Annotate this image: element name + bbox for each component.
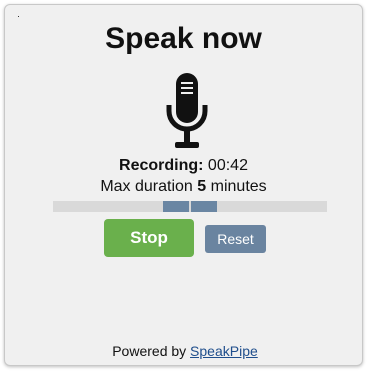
corner-dot xyxy=(18,16,19,17)
recording-label: Recording: xyxy=(119,157,204,174)
max-duration-text: Max duration 5 minutes xyxy=(5,177,362,197)
reset-button[interactable]: Reset xyxy=(205,225,266,253)
footer: Powered by SpeakPipe xyxy=(0,342,370,360)
widget-title: Speak now xyxy=(105,22,262,55)
recording-time: 00:42 xyxy=(207,157,248,174)
level-segment-1 xyxy=(163,201,189,212)
audio-level-meter xyxy=(53,201,327,212)
recorder-widget: Speak now Recording: 00:42 Max duration … xyxy=(4,4,363,366)
footer-prefix: Powered by xyxy=(112,343,187,359)
recording-status: Recording: 00:42 xyxy=(5,156,362,176)
microphone-icon xyxy=(166,73,208,148)
level-segment-2 xyxy=(191,201,217,212)
max-duration-suffix: minutes xyxy=(210,178,267,195)
max-duration-value: 5 xyxy=(197,178,207,195)
speakpipe-link[interactable]: SpeakPipe xyxy=(190,343,258,359)
stop-button[interactable]: Stop xyxy=(104,219,194,257)
max-duration-prefix: Max duration xyxy=(100,178,193,195)
